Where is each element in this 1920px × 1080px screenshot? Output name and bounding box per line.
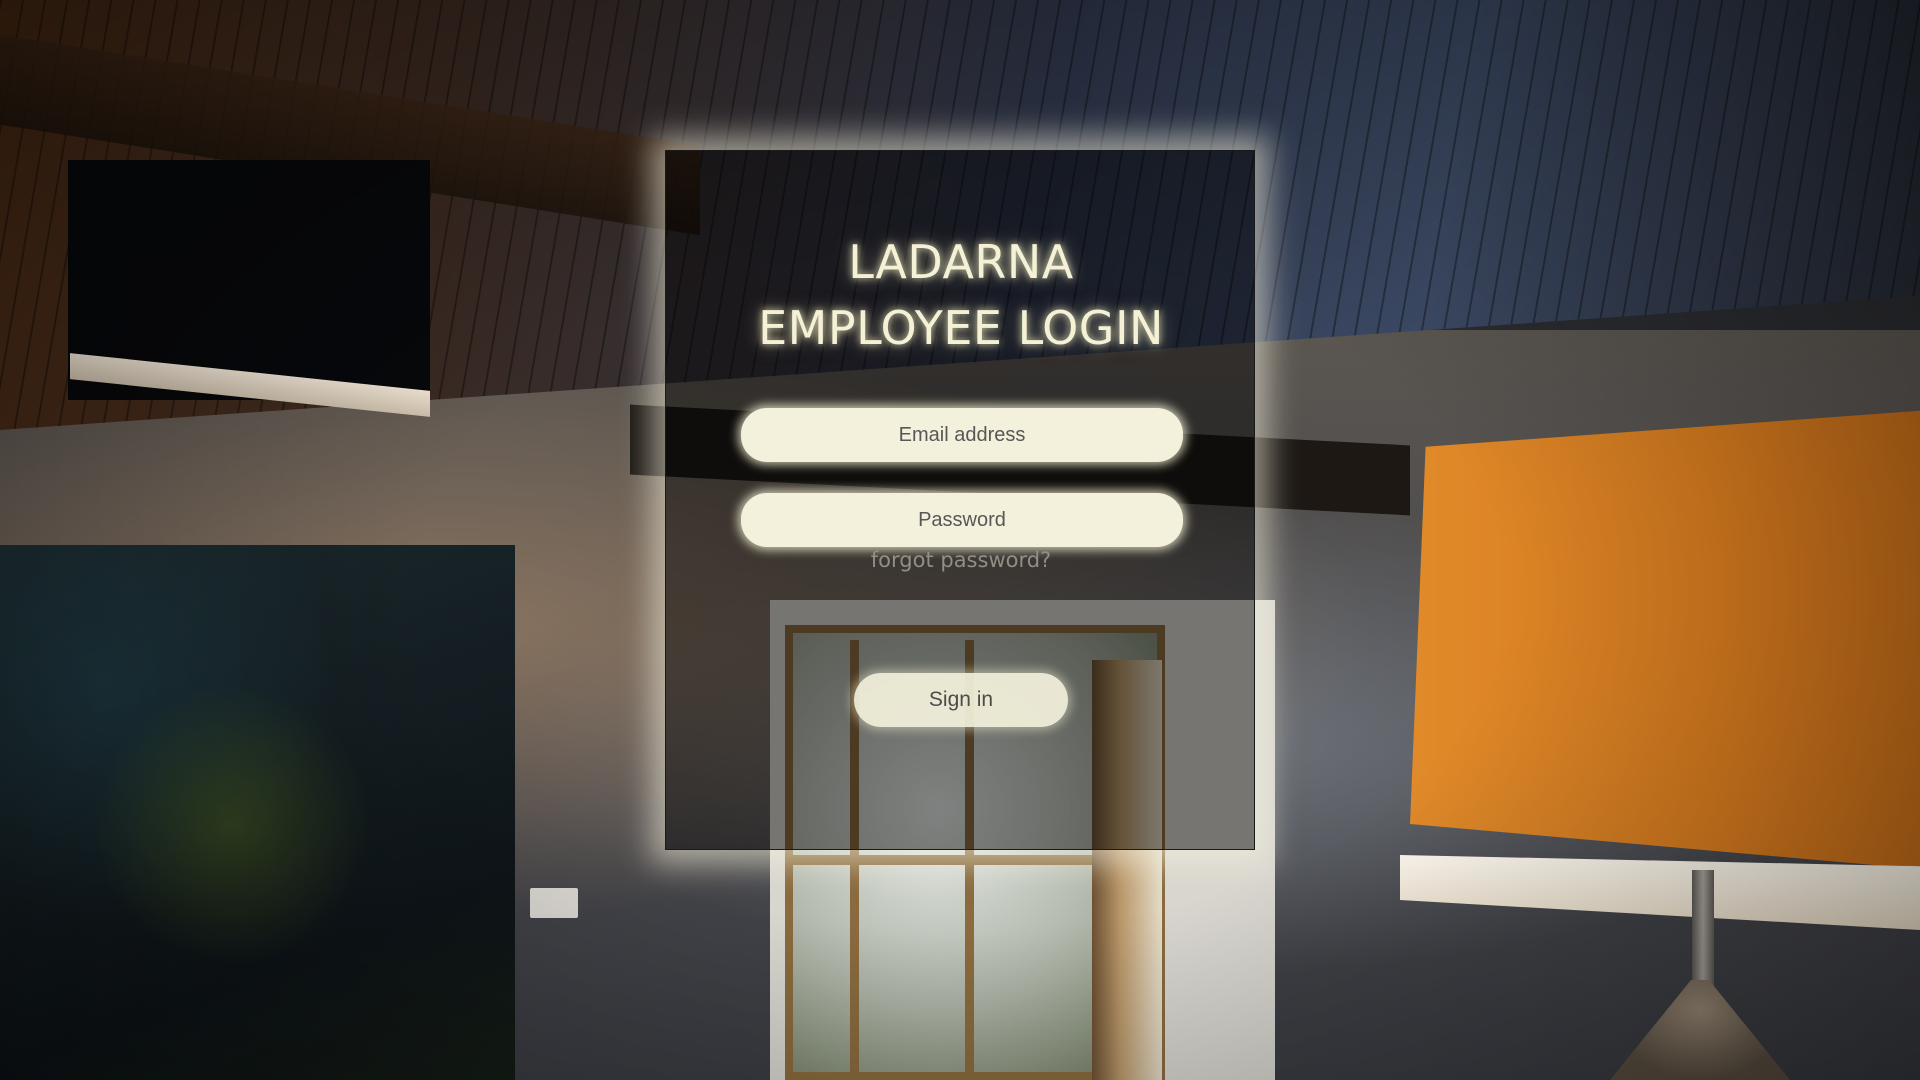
email-input[interactable] bbox=[741, 408, 1183, 462]
login-page: LADARNA EMPLOYEE LOGIN forgot password? … bbox=[0, 0, 1920, 1080]
sign-in-button[interactable]: Sign in bbox=[854, 673, 1068, 727]
login-card: LADARNA EMPLOYEE LOGIN forgot password? … bbox=[665, 150, 1255, 850]
login-title-line2: EMPLOYEE LOGIN bbox=[758, 301, 1164, 355]
forgot-password-link[interactable]: forgot password? bbox=[666, 548, 1256, 572]
login-title: LADARNA EMPLOYEE LOGIN bbox=[666, 229, 1256, 361]
login-title-line1: LADARNA bbox=[848, 235, 1074, 289]
password-input[interactable] bbox=[741, 493, 1183, 547]
